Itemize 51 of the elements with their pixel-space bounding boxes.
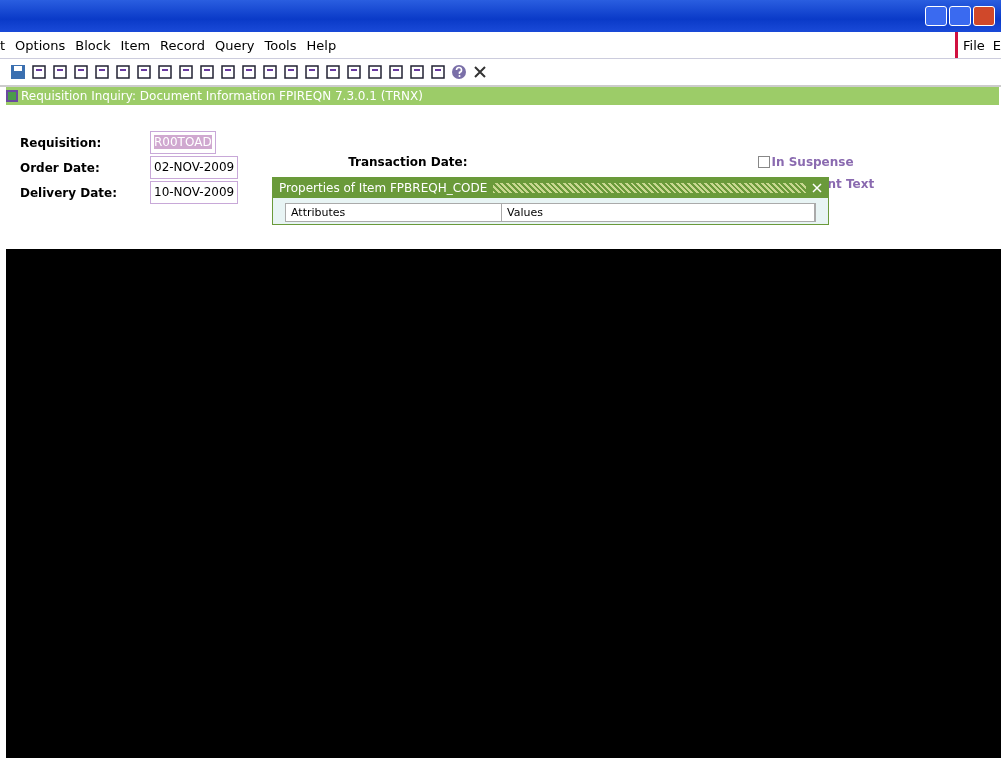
document-icon[interactable] <box>31 64 47 80</box>
menu-item[interactable]: Options <box>15 37 66 53</box>
document-icon[interactable] <box>304 64 320 80</box>
document-icon[interactable] <box>52 64 68 80</box>
help-icon[interactable] <box>451 64 467 80</box>
document-icon[interactable] <box>94 64 110 80</box>
form-icon <box>6 90 18 102</box>
document-icon[interactable] <box>178 64 194 80</box>
document-icon[interactable] <box>346 64 362 80</box>
document-icon[interactable] <box>430 64 446 80</box>
drag-grip[interactable] <box>493 183 806 193</box>
document-icon[interactable] <box>283 64 299 80</box>
menu-item[interactable]: E <box>992 37 1001 53</box>
minimize-button[interactable] <box>925 6 947 26</box>
document-icon[interactable] <box>157 64 173 80</box>
dialog-title: Properties of Item FPBREQH_CODE <box>279 181 488 195</box>
document-icon[interactable] <box>220 64 236 80</box>
menu-item[interactable]: Block <box>75 37 111 53</box>
document-icon[interactable] <box>115 64 131 80</box>
menu-item[interactable]: Record <box>160 37 205 53</box>
field-label: Delivery Date: <box>20 185 118 200</box>
document-icon[interactable] <box>73 64 89 80</box>
close-button[interactable] <box>973 6 995 26</box>
menu-item[interactable]: t <box>0 37 6 53</box>
document-icon[interactable] <box>325 64 341 80</box>
document-icon[interactable] <box>241 64 257 80</box>
menu-item[interactable]: Item <box>120 37 151 53</box>
document-icon[interactable] <box>367 64 383 80</box>
input-field[interactable]: 02-NOV-2009 <box>150 156 239 179</box>
save-icon[interactable] <box>10 64 26 80</box>
column-header: Values <box>502 204 815 221</box>
menu-item[interactable]: Tools <box>264 37 297 53</box>
input-field[interactable]: 10-NOV-2009 <box>150 181 239 204</box>
document-icon[interactable] <box>409 64 425 80</box>
document-icon[interactable] <box>136 64 152 80</box>
menu-item[interactable]: Help <box>306 37 337 53</box>
close-icon[interactable] <box>472 64 488 80</box>
field-label: Requisition: <box>20 135 103 150</box>
menu-item[interactable]: File <box>963 37 985 53</box>
document-icon[interactable] <box>199 64 215 80</box>
field-label: Order Date: <box>20 160 101 175</box>
menu-item[interactable]: Query <box>214 37 255 53</box>
field-label: nt Text <box>827 177 875 191</box>
document-icon[interactable] <box>388 64 404 80</box>
column-header: Attributes <box>286 204 502 221</box>
form-title: Requisition Inquiry: Document Information FPIREQN 7.3.0.1 (TRNX) <box>21 89 423 103</box>
maximize-button[interactable] <box>949 6 971 26</box>
checkbox-label: In Suspense <box>771 155 854 169</box>
checkbox[interactable] <box>757 156 770 168</box>
field-label: Transaction Date: <box>348 155 468 169</box>
document-icon[interactable] <box>262 64 278 80</box>
